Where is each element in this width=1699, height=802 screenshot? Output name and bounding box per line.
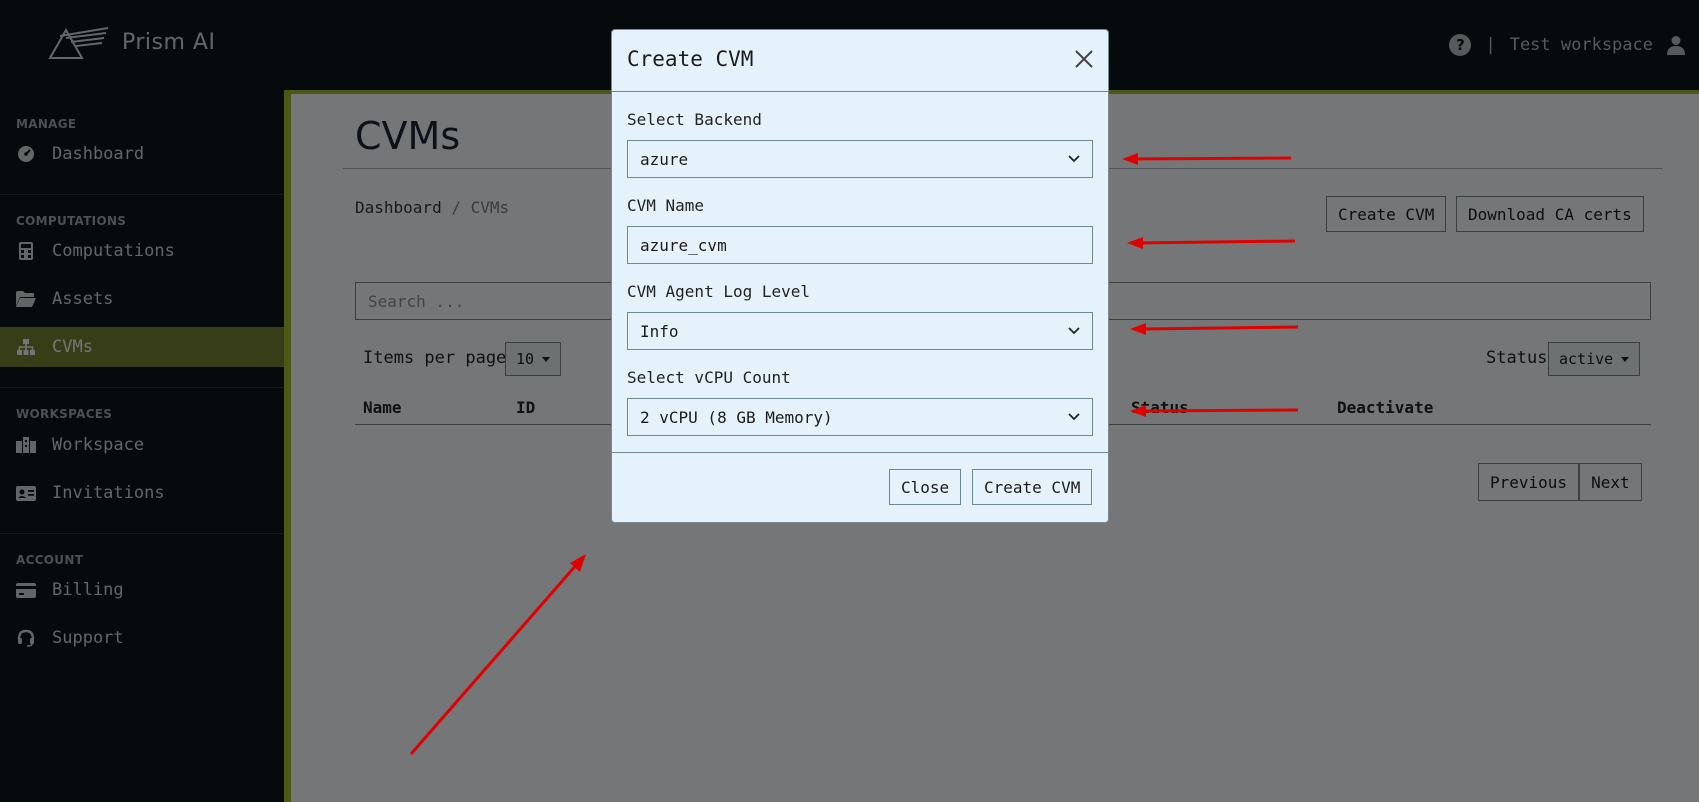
- vcpu-count-label: Select vCPU Count: [627, 368, 791, 387]
- create-cvm-modal: Create CVM Select Backend azure CVM Name…: [611, 29, 1109, 523]
- log-level-select[interactable]: Info: [627, 312, 1093, 350]
- chevron-down-icon: [1068, 327, 1080, 335]
- modal-footer-divider: [612, 452, 1108, 453]
- chevron-down-icon: [1068, 413, 1080, 421]
- cvm-name-value: azure_cvm: [640, 235, 727, 255]
- backend-label: Select Backend: [627, 110, 762, 129]
- modal-header: Create CVM: [612, 30, 1108, 92]
- backend-value: azure: [640, 149, 689, 169]
- backend-select[interactable]: azure: [627, 140, 1093, 178]
- vcpu-count-select[interactable]: 2 vCPU (8 GB Memory): [627, 398, 1093, 436]
- modal-title: Create CVM: [627, 47, 754, 71]
- log-level-value: Info: [640, 321, 679, 341]
- close-icon[interactable]: [1072, 47, 1096, 71]
- log-level-label: CVM Agent Log Level: [627, 282, 811, 301]
- submit-create-cvm-button[interactable]: Create CVM: [972, 469, 1093, 505]
- cvm-name-input[interactable]: azure_cvm: [627, 226, 1093, 264]
- vcpu-count-value: 2 vCPU (8 GB Memory): [640, 407, 833, 427]
- cvm-name-label: CVM Name: [627, 196, 705, 215]
- close-button[interactable]: Close: [889, 469, 962, 505]
- chevron-down-icon: [1068, 155, 1080, 163]
